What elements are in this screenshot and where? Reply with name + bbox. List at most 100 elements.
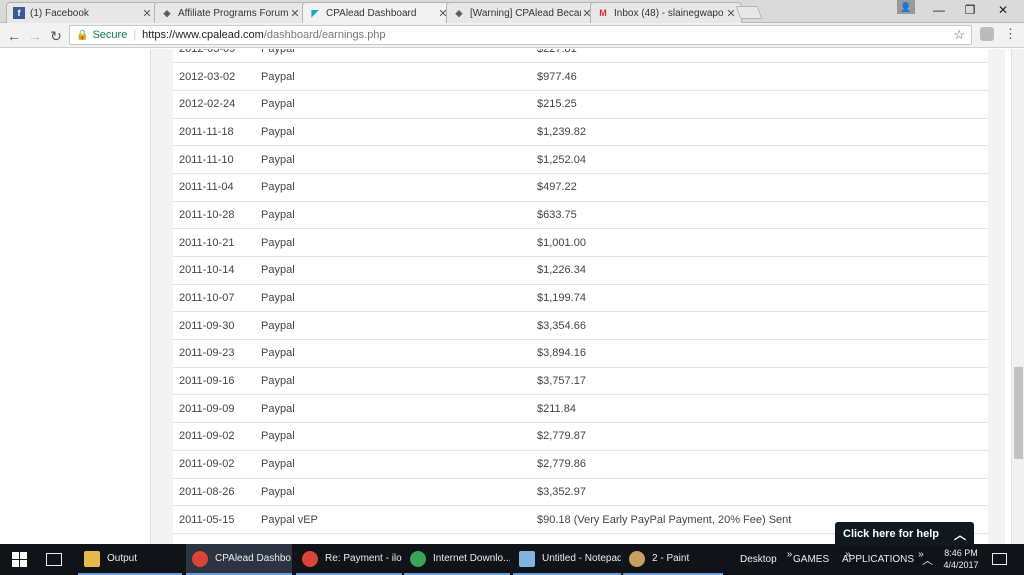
table-row: 2011-10-28 Paypal $633.75 (173, 201, 988, 229)
new-tab-button[interactable] (735, 6, 763, 19)
table-row: 2011-10-14 Paypal $1,226.34 (173, 257, 988, 285)
system-clock[interactable]: 8:46 PM 4/4/2017 (936, 547, 986, 571)
clock-date: 4/4/2017 (943, 560, 979, 570)
minimize-icon[interactable]: — (924, 0, 954, 20)
payment-date: 2011-11-04 (179, 181, 234, 194)
payment-amount: $977.46 (537, 70, 577, 83)
payment-amount: $227.81 (531, 49, 988, 63)
payment-date: 2011-05-15 (179, 513, 235, 526)
restore-icon[interactable]: ❐ (955, 0, 985, 20)
tab-title: [Warning] CPAlead Becar (470, 7, 581, 19)
back-icon[interactable]: ← (4, 26, 24, 46)
notepad-icon (519, 550, 535, 567)
browser-toolbar: ← → ↻ 🔒 Secure | https://www.cpalead.com… (0, 23, 1024, 48)
chrome-icon (192, 550, 208, 567)
close-icon[interactable]: ✕ (289, 7, 301, 20)
taskbar-app-label: CPAlead Dashbo... (215, 553, 292, 564)
taskbar-app-paint[interactable]: 2 - Paint (623, 544, 723, 575)
table-row: 2012-03-09Paypal$227.81 (173, 49, 988, 63)
payment-method: Paypal (261, 430, 295, 443)
forward-icon[interactable]: → (25, 26, 45, 46)
payment-amount: $1,226.34 (537, 264, 586, 277)
payment-amount: $1,199.74 (537, 292, 586, 305)
cpalead-icon: ◤ (311, 8, 319, 18)
earnings-table-container: 2012-03-09Paypal$227.812012-03-02Paypal$… (173, 49, 988, 544)
tab-cpalead-dashboard[interactable]: ◤ CPAlead Dashboard ✕ (302, 2, 454, 24)
taskbar-app-re-payment[interactable]: Re: Payment - ilo... (296, 544, 402, 575)
toolbar-applications[interactable]: APPLICATIONS» (842, 544, 924, 575)
bookmark-star-icon[interactable]: ☆ (953, 27, 965, 43)
url-path: /dashboard/earnings.php (263, 29, 386, 41)
payment-amount: $1,239.82 (537, 125, 586, 138)
tab-title: CPAlead Dashboard (326, 8, 417, 19)
payment-amount: $215.25 (537, 98, 577, 111)
facebook-icon: f (13, 7, 25, 19)
profile-icon[interactable]: 👤 (897, 0, 915, 14)
chrome-icon (302, 550, 318, 567)
close-window-icon[interactable]: ✕ (988, 0, 1018, 20)
url-host: https://www.cpalead.com (142, 29, 264, 41)
payment-date: 2011-09-16 (179, 375, 235, 388)
show-hidden-icons-chevron-icon[interactable]: ︿ (922, 544, 933, 575)
payment-date: 2011-09-02 (179, 430, 235, 443)
table-row: 2011-09-02 Paypal $2,779.87 (173, 423, 988, 451)
idm-icon (410, 550, 426, 567)
taskbar-app-cpalead[interactable]: CPAlead Dashbo... (186, 544, 292, 575)
table-row: 2011-08-26 Paypal $3,352.97 (173, 478, 988, 506)
task-view-icon[interactable] (46, 553, 62, 566)
payment-date: 2011-11-10 (179, 153, 234, 166)
table-row: 2011-09-09 Paypal $211.84 (173, 395, 988, 423)
taskbar-app-label: Internet Downlo... (433, 553, 510, 564)
secure-label: Secure (92, 29, 128, 41)
close-icon[interactable]: ✕ (725, 7, 737, 20)
table-row: 2012-02-24 Paypal $215.25 (173, 90, 988, 119)
taskbar-app-output[interactable]: Output (78, 544, 182, 575)
tab-title: Inbox (48) - slainegwapo (614, 7, 724, 19)
chevron-up-icon: ︿ (953, 528, 966, 542)
close-icon[interactable]: ✕ (141, 7, 153, 20)
tab-warning-cpalead[interactable]: ◈ [Warning] CPAlead Becar ✕ (446, 2, 598, 23)
toolbar-desktop[interactable]: Desktop » (740, 544, 792, 575)
extension-icon[interactable] (980, 27, 994, 41)
payment-amount: $2,779.87 (537, 430, 586, 443)
payment-method: Paypal (261, 485, 295, 498)
payment-date: 2011-11-18 (179, 125, 234, 138)
payment-amount: $2,779.86 (537, 458, 586, 471)
windows-taskbar: Output CPAlead Dashbo... Re: Payment - i… (0, 544, 1024, 575)
reload-icon[interactable]: ↻ (46, 26, 66, 46)
tab-facebook[interactable]: f (1) Facebook ✕ (6, 2, 158, 23)
page-scrollbar[interactable] (1011, 49, 1024, 544)
action-center-icon[interactable] (992, 553, 1007, 565)
chevron-icon: » (786, 549, 793, 560)
payment-date: 2011-08-26 (179, 485, 235, 498)
table-row: 2011-09-16 Paypal $3,757.17 (173, 367, 988, 395)
payment-date: 2011-10-21 (179, 236, 235, 249)
payment-method: Paypal (261, 153, 295, 166)
tab-affiliate-forum[interactable]: ◈ Affiliate Programs Forum ✕ (154, 2, 306, 23)
taskbar-app-notepad[interactable]: Untitled - Notepad (513, 544, 621, 575)
forum-icon: ◈ (455, 7, 463, 18)
table-row: 2011-09-02 Paypal $2,779.86 (173, 450, 988, 478)
tab-gmail-inbox[interactable]: M Inbox (48) - slainegwapo ✕ (590, 2, 742, 23)
payment-date: 2011-10-14 (179, 264, 235, 277)
address-bar[interactable]: 🔒 Secure | https://www.cpalead.com/dashb… (69, 25, 972, 45)
payment-method: Paypal (261, 264, 295, 277)
earnings-table: 2012-03-09Paypal$227.812012-03-02Paypal$… (173, 49, 988, 534)
taskbar-app-idm[interactable]: Internet Downlo... (404, 544, 510, 575)
toolbar-applications-label: APPLICATIONS (842, 554, 915, 565)
payment-amount: $3,354.66 (537, 319, 586, 332)
paint-icon (629, 550, 645, 567)
windows-start-icon[interactable] (12, 552, 27, 567)
scrollbar-thumb[interactable] (1014, 367, 1023, 459)
help-widget-button[interactable]: Click here for help ︿ (835, 522, 974, 546)
help-label: Click here for help (843, 528, 939, 540)
forum-icon: ◈ (163, 7, 171, 18)
payment-date: 2011-10-07 (179, 292, 235, 305)
taskbar-app-label: Re: Payment - ilo... (325, 553, 402, 564)
payment-date: 2011-09-30 (179, 319, 235, 332)
menu-icon[interactable]: ⋮ (1004, 26, 1017, 42)
table-row: 2011-10-07 Paypal $1,199.74 (173, 284, 988, 312)
payment-method: Paypal (261, 458, 295, 471)
payment-method: Paypal (261, 125, 295, 138)
payment-amount: $1,001.00 (537, 236, 586, 249)
